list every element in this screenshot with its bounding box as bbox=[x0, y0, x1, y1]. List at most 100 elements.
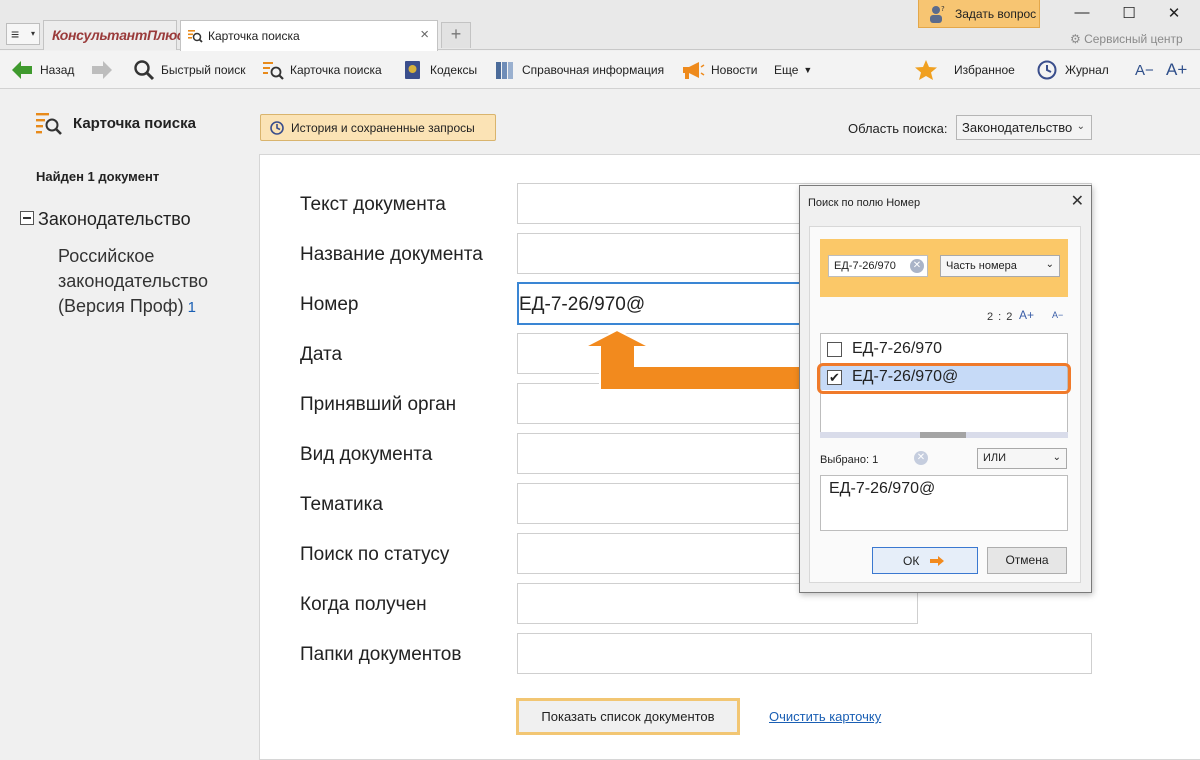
page-title: Карточка поиска bbox=[73, 115, 196, 132]
svg-text:?: ? bbox=[941, 5, 945, 13]
dialog-font-increase[interactable]: A+ bbox=[1019, 308, 1034, 322]
dialog-mode-select[interactable]: Часть номера ⌄ bbox=[940, 255, 1060, 277]
dialog-mode-value: Часть номера bbox=[946, 260, 1017, 272]
field-label-topic: Тематика bbox=[300, 494, 383, 515]
dialog-title: Поиск по полю Номер bbox=[808, 197, 921, 209]
history-button[interactable]: История и сохраненные запросы bbox=[260, 114, 496, 141]
tab-label: Карточка поиска bbox=[208, 29, 300, 43]
close-tab-icon[interactable]: × bbox=[420, 26, 429, 43]
splitter-handle[interactable] bbox=[820, 432, 1068, 438]
journal-label: Журнал bbox=[1065, 63, 1109, 77]
megaphone-icon bbox=[683, 62, 705, 79]
search-card-icon bbox=[188, 30, 203, 43]
news-label: Новости bbox=[711, 63, 758, 77]
found-count: Найден 1 документ bbox=[36, 169, 160, 184]
codes-label: Кодексы bbox=[430, 63, 478, 77]
splitter-grip[interactable] bbox=[920, 432, 966, 438]
minimize-button[interactable]: — bbox=[1070, 4, 1094, 21]
brand-tab[interactable]: КонсультантПлюс bbox=[43, 20, 185, 50]
dialog-font-decrease[interactable]: A− bbox=[1052, 310, 1063, 320]
dialog-search-input[interactable]: ЕД-7-26/970 ✕ bbox=[828, 255, 928, 277]
star-icon bbox=[915, 60, 937, 80]
list-item[interactable]: ЕД-7-26/970 bbox=[821, 337, 1067, 362]
service-center-label: Сервисный центр bbox=[1084, 32, 1183, 46]
tree-item-label: Российское законодательство (Версия Проф… bbox=[58, 246, 208, 316]
dialog-search-value: ЕД-7-26/970 bbox=[834, 260, 896, 272]
search-card-button[interactable]: Карточка поиска bbox=[262, 51, 382, 89]
back-button[interactable]: Назад bbox=[10, 51, 74, 89]
brand-logo: КонсультантПлюс bbox=[52, 27, 185, 43]
chevron-down-icon: ⌄ bbox=[1076, 121, 1085, 132]
tab-search-card[interactable]: Карточка поиска × bbox=[180, 20, 438, 51]
history-clock-icon bbox=[270, 120, 284, 135]
list-item-label: ЕД-7-26/970 bbox=[852, 340, 942, 357]
logic-operator-value: ИЛИ bbox=[983, 452, 1007, 464]
chevron-down-icon: ▼ bbox=[803, 65, 813, 75]
field-value: ЕД-7-26/970@ bbox=[519, 294, 646, 315]
magnifier-icon bbox=[134, 60, 155, 81]
tree-item-count: 1 bbox=[187, 299, 196, 316]
checkbox[interactable] bbox=[827, 342, 842, 357]
maximize-button[interactable]: ☐ bbox=[1117, 4, 1141, 22]
cancel-button[interactable]: Отмена bbox=[987, 547, 1067, 574]
logic-operator-select[interactable]: ИЛИ ⌄ bbox=[977, 448, 1067, 469]
close-window-button[interactable]: ✕ bbox=[1162, 4, 1186, 22]
news-button[interactable]: Новости bbox=[681, 51, 757, 89]
search-card-icon bbox=[263, 62, 284, 80]
quick-search-label: Быстрый поиск bbox=[161, 63, 246, 77]
ask-question-button[interactable]: ? Задать вопрос bbox=[918, 0, 1040, 28]
field-label-number: Номер bbox=[300, 294, 359, 315]
ok-button[interactable]: ОК bbox=[872, 547, 978, 574]
font-increase-label: A+ bbox=[1166, 60, 1188, 79]
tree-root-legislation[interactable]: Законодательство bbox=[38, 209, 191, 230]
scope-value: Законодательство bbox=[962, 120, 1073, 135]
collapse-toggle[interactable] bbox=[20, 211, 34, 225]
search-card-label: Карточка поиска bbox=[290, 63, 382, 77]
search-card-icon bbox=[36, 113, 62, 135]
field-label-text: Текст документа bbox=[300, 194, 446, 215]
selection-highlight-outline bbox=[817, 363, 1071, 394]
binders-icon bbox=[496, 62, 513, 79]
font-increase-button[interactable]: A+ bbox=[1166, 51, 1187, 89]
font-decrease-button[interactable]: A− bbox=[1135, 51, 1154, 89]
reference-info-button[interactable]: Справочная информация bbox=[494, 51, 664, 89]
clear-card-link[interactable]: Очистить карточку bbox=[769, 709, 881, 724]
quick-search-button[interactable]: Быстрый поиск bbox=[133, 51, 245, 89]
field-label-date: Дата bbox=[300, 344, 343, 365]
service-center-link[interactable]: ⚙ Сервисный центр bbox=[1070, 32, 1183, 46]
selected-values-box: ЕД-7-26/970@ bbox=[820, 475, 1068, 531]
clear-search-icon[interactable]: ✕ bbox=[910, 259, 924, 273]
new-tab-button[interactable]: + bbox=[441, 22, 471, 48]
history-label: История и сохраненные запросы bbox=[291, 120, 475, 135]
journal-button[interactable]: Журнал bbox=[1035, 51, 1109, 89]
close-icon[interactable]: ✕ bbox=[1071, 191, 1084, 211]
chevron-down-icon: ⌄ bbox=[1052, 452, 1061, 463]
reference-info-label: Справочная информация bbox=[522, 63, 665, 77]
field-label-title: Название документа bbox=[300, 244, 483, 265]
consultant-avatar-icon: ? bbox=[930, 5, 945, 23]
more-label: Еще bbox=[774, 63, 799, 77]
field-input-folders[interactable] bbox=[517, 633, 1092, 674]
field-label-status: Поиск по статусу bbox=[300, 544, 450, 565]
ok-label: ОК bbox=[903, 554, 920, 568]
main-menu-button[interactable]: ≡ ▾ bbox=[6, 23, 40, 45]
back-label: Назад bbox=[40, 63, 75, 77]
selected-count: Выбрано: 1 bbox=[820, 454, 879, 466]
favorites-button[interactable]: Избранное bbox=[914, 51, 1015, 89]
chevron-down-icon: ⌄ bbox=[1045, 259, 1054, 270]
clear-selection-icon[interactable]: ✕ bbox=[914, 451, 928, 465]
field-label-folders: Папки документов bbox=[300, 644, 462, 665]
ask-question-label: Задать вопрос bbox=[955, 7, 1037, 21]
field-input-number[interactable]: ЕД-7-26/970@ bbox=[517, 282, 805, 325]
more-menu[interactable]: Еще ▼ bbox=[774, 51, 812, 89]
codes-book-icon bbox=[405, 61, 420, 79]
codes-button[interactable]: Кодексы bbox=[402, 51, 477, 89]
number-search-dialog: Поиск по полю Номер ✕ ЕД-7-26/970 ✕ Част… bbox=[799, 185, 1092, 593]
dialog-body: ЕД-7-26/970 ✕ Часть номера ⌄ 2 : 2 A+ A−… bbox=[809, 226, 1081, 583]
tree-item-russian-legislation[interactable]: Российское законодательство (Версия Проф… bbox=[58, 244, 238, 320]
favorites-label: Избранное bbox=[954, 63, 1015, 77]
show-documents-button[interactable]: Показать список документов bbox=[516, 698, 740, 735]
scope-select[interactable]: Законодательство ⌄ bbox=[956, 115, 1092, 140]
forward-button[interactable] bbox=[90, 51, 120, 89]
field-label-authority: Принявший орган bbox=[300, 394, 457, 415]
